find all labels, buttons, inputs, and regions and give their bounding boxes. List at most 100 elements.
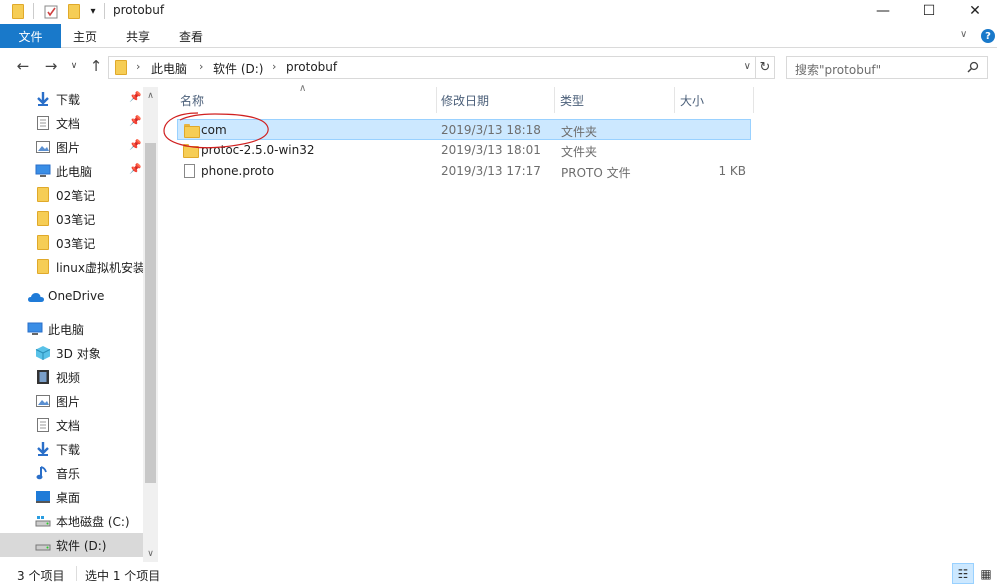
nav-item-downloads[interactable]: 下载 (0, 437, 143, 461)
nav-item-downloads[interactable]: 下载 📌 (0, 87, 143, 111)
nav-item-videos[interactable]: 视频 (0, 365, 143, 389)
nav-item-this-pc[interactable]: 此电脑 📌 (0, 159, 143, 183)
tab-home[interactable]: 主页 (61, 24, 109, 48)
chevron-down-icon[interactable]: ∨ (744, 61, 751, 72)
nav-item-label: 3D 对象 (56, 347, 101, 361)
computer-icon (27, 321, 43, 337)
help-icon[interactable]: ? (981, 29, 995, 43)
file-name: phone.proto (201, 164, 275, 178)
table-row[interactable]: phone.proto 2019/3/13 17:17 PROTO 文件 1 K… (177, 161, 751, 182)
scroll-down-icon[interactable]: ∨ (143, 546, 158, 561)
forward-arrow-icon[interactable]: → (40, 56, 62, 76)
tab-share[interactable]: 共享 (113, 24, 163, 48)
up-arrow-icon[interactable]: ↑ (85, 56, 107, 76)
file-type: PROTO 文件 (561, 166, 631, 180)
nav-item-documents[interactable]: 文档 📌 (0, 111, 143, 135)
file-modified: 2019/3/13 18:18 (441, 123, 541, 137)
title-bar: ▾ protobuf — ☐ ✕ (0, 0, 997, 24)
pin-icon[interactable]: 📌 (129, 116, 141, 127)
file-type: 文件夹 (561, 145, 598, 159)
details-view-icon[interactable]: ☷ (952, 563, 974, 584)
folder-icon (8, 1, 28, 21)
nav-item-folder[interactable]: linux虚拟机安装 (0, 255, 143, 279)
column-header-type[interactable]: 类型 (554, 87, 674, 113)
chevron-right-icon[interactable]: › (272, 60, 276, 73)
nav-item-music[interactable]: 音乐 (0, 461, 143, 485)
column-header-modified[interactable]: 修改日期 (435, 87, 555, 113)
nav-item-label: 图片 (56, 141, 81, 155)
pin-icon[interactable]: 📌 (129, 92, 141, 103)
chevron-right-icon[interactable]: › (136, 60, 140, 73)
music-icon (35, 465, 51, 481)
scroll-up-icon[interactable]: ∧ (143, 88, 158, 103)
nav-item-onedrive[interactable]: OneDrive (0, 285, 143, 309)
table-row[interactable]: protoc-2.5.0-win32 2019/3/13 18:01 文件夹 (177, 140, 751, 161)
nav-item-folder[interactable]: 03笔记 (0, 231, 143, 255)
tab-view[interactable]: 查看 (166, 24, 216, 48)
search-input[interactable]: 搜索"protobuf" (786, 56, 988, 79)
refresh-icon[interactable]: ↻ (755, 56, 775, 79)
file-type: 文件夹 (561, 125, 598, 139)
back-arrow-icon[interactable]: ← (12, 56, 34, 76)
nav-item-label: linux虚拟机安装 (56, 261, 143, 275)
large-icons-view-icon[interactable]: ▦ (975, 563, 997, 584)
chevron-right-icon[interactable]: › (199, 60, 203, 73)
new-folder-icon[interactable] (64, 1, 84, 21)
divider (104, 3, 105, 19)
column-header-size[interactable]: 大小 (674, 87, 753, 113)
search-placeholder: 搜索"protobuf" (795, 63, 882, 77)
file-modified: 2019/3/13 18:01 (441, 143, 541, 157)
column-header-name[interactable]: 名称 (174, 87, 436, 113)
video-icon (35, 369, 51, 385)
folder-icon (37, 259, 53, 275)
address-bar[interactable]: › 此电脑 › 软件 (D:) › protobuf ∨ (108, 56, 756, 79)
table-row[interactable]: com 2019/3/13 18:18 文件夹 (177, 119, 751, 140)
search-icon[interactable] (967, 61, 979, 76)
nav-item-folder[interactable]: 02笔记 (0, 183, 143, 207)
breadcrumb-protobuf[interactable]: protobuf (286, 60, 337, 74)
file-icon (184, 164, 195, 181)
customize-toolbar-icon[interactable]: ▾ (86, 1, 100, 21)
minimize-button[interactable]: — (860, 0, 906, 22)
folder-icon (37, 211, 53, 227)
nav-item-label: 03笔记 (56, 213, 96, 227)
nav-item-drive-c[interactable]: 本地磁盘 (C:) (0, 509, 143, 533)
nav-scrollbar-thumb[interactable] (145, 143, 156, 483)
nav-item-label: 02笔记 (56, 189, 96, 203)
properties-icon[interactable] (40, 1, 62, 21)
breadcrumb-drive-d[interactable]: 软件 (D:) (213, 60, 263, 77)
status-bar: 3 个项目 选中 1 个项目 ☷ ▦ (0, 562, 997, 587)
document-icon (35, 417, 51, 433)
folder-icon (115, 60, 127, 78)
nav-item-documents[interactable]: 文档 (0, 413, 143, 437)
computer-icon (35, 163, 51, 179)
expand-ribbon-icon[interactable]: ∨ (960, 29, 967, 40)
nav-item-3d-objects[interactable]: 3D 对象 (0, 341, 143, 365)
close-button[interactable]: ✕ (952, 0, 997, 22)
nav-item-desktop[interactable]: 桌面 (0, 485, 143, 509)
nav-item-label: 下载 (56, 443, 81, 457)
file-size: 1 KB (718, 164, 746, 178)
window-title: protobuf (113, 3, 165, 17)
nav-item-pictures[interactable]: 图片 (0, 389, 143, 413)
nav-item-pictures[interactable]: 图片 📌 (0, 135, 143, 159)
desktop-icon (35, 489, 51, 505)
column-divider[interactable] (753, 87, 754, 113)
3d-objects-icon (35, 345, 51, 361)
navigation-pane: 下载 📌 文档 📌 图片 📌 此电脑 📌 02笔记 03笔记 03笔记 linu… (0, 87, 158, 562)
nav-item-label: 本地磁盘 (C:) (56, 515, 130, 529)
picture-icon (35, 139, 51, 155)
breadcrumb-this-pc[interactable]: 此电脑 (151, 60, 187, 77)
nav-item-label: 桌面 (56, 491, 81, 505)
folder-icon (184, 124, 200, 139)
pin-icon[interactable]: 📌 (129, 140, 141, 151)
nav-item-this-pc[interactable]: 此电脑 (0, 317, 143, 341)
recent-locations-icon[interactable]: ∨ (66, 56, 82, 76)
maximize-button[interactable]: ☐ (906, 0, 952, 22)
nav-item-drive-d[interactable]: 软件 (D:) (0, 533, 143, 557)
document-icon (35, 115, 51, 131)
pin-icon[interactable]: 📌 (129, 164, 141, 175)
nav-item-label: 软件 (D:) (56, 539, 107, 553)
nav-item-folder[interactable]: 03笔记 (0, 207, 143, 231)
tab-file[interactable]: 文件 (0, 24, 61, 48)
